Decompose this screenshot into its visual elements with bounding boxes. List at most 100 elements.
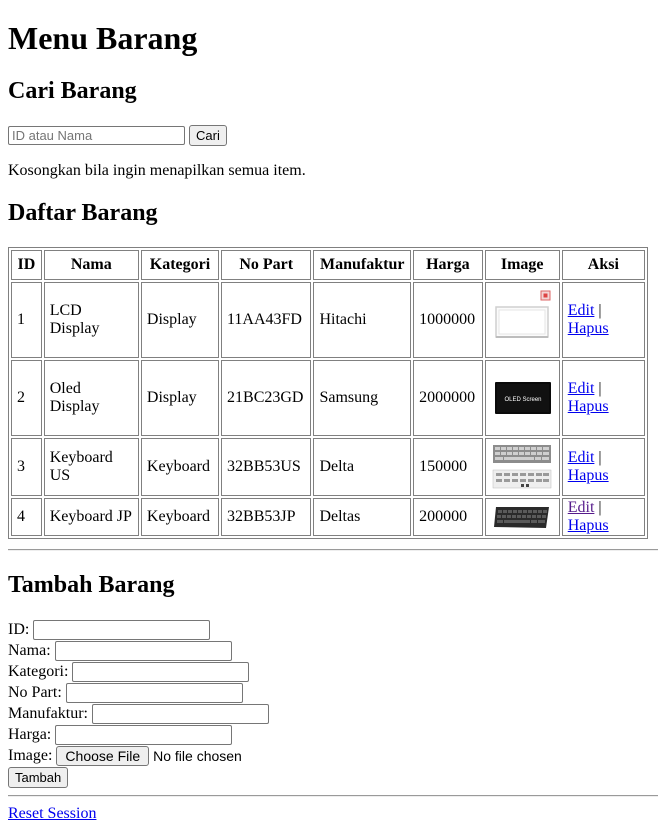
add-item-form: ID: Nama: Kategori: No Part: Manufaktur:… [8,619,269,788]
divider [8,795,658,797]
form-row-harga: Harga: [8,724,269,745]
harga-field[interactable] [55,724,233,745]
form-row-kategori: Kategori: [8,661,269,682]
edit-link[interactable]: Edit [568,449,595,466]
form-row-image: Image: Choose File No file chosen [8,745,269,766]
add-button[interactable]: Tambah [8,766,69,788]
table-row: 4 Keyboard JP Keyboard 32BB53JP Deltas 2… [11,498,645,536]
divider [8,549,658,551]
cell-manufaktur: Delta [313,438,412,496]
edit-link[interactable]: Edit [568,302,595,319]
cell-kategori: Keyboard [140,438,220,496]
action-separator: | [598,499,602,516]
column-header-aksi: Aksi [561,250,645,280]
list-heading: Daftar Barang [8,200,158,226]
image-label: Image: [8,747,53,764]
column-header-id: ID [11,250,42,280]
column-header-kategori: Kategori [140,250,220,280]
cell-harga: 1000000 [413,282,483,358]
cell-manufaktur: Hitachi [313,282,412,358]
cell-image [484,498,560,536]
form-row-id: ID: [8,619,269,640]
add-item-heading: Tambah Barang [8,572,175,598]
delete-link[interactable]: Hapus [568,467,609,484]
reset-session-row: Reset Session [8,804,96,824]
cell-actions: Edit | Hapus [561,282,645,358]
edit-link[interactable]: Edit [568,380,595,397]
edit-link[interactable]: Edit [568,499,595,516]
manufaktur-field[interactable] [91,703,269,724]
action-separator: | [598,380,602,397]
id-field[interactable] [33,619,211,640]
cell-kategori: Keyboard [140,498,220,536]
column-header-nama: Nama [43,250,139,280]
action-separator: | [598,302,602,319]
cell-manufaktur: Deltas [313,498,412,536]
delete-link[interactable]: Hapus [568,517,609,534]
search-form: Cari [8,125,227,146]
cell-image [484,438,560,496]
column-header-image: Image [484,250,560,280]
kategori-label: Kategori: [8,663,69,680]
oled-screen-icon: OLED Screen [495,382,552,414]
oled-screen-caption: OLED Screen [505,397,542,403]
column-header-harga: Harga [413,250,483,280]
cell-actions: Edit | Hapus [561,438,645,496]
nama-field[interactable] [54,640,232,661]
form-row-nama: Nama: [8,640,269,661]
column-header-manufaktur: Manufaktur [313,250,412,280]
reset-session-link[interactable]: Reset Session [8,805,96,822]
cell-actions: Edit | Hapus [561,498,645,536]
no-part-field[interactable] [65,682,243,703]
cell-nama: Oled Display [43,360,139,436]
choose-file-button[interactable]: Choose File [56,745,150,766]
cell-image [484,282,560,358]
cell-no-part: 21BC23GD [221,360,312,436]
cell-id: 3 [11,438,42,496]
keyboard-grey-icon [492,445,552,489]
search-hint: Kosongkan bila ingin menapilkan semua it… [8,162,306,179]
cell-id: 4 [11,498,42,536]
page-title: Menu Barang [8,20,198,56]
kategori-field[interactable] [72,661,250,682]
cell-no-part: 32BB53JP [221,498,312,536]
cell-no-part: 11AA43FD [221,282,312,358]
id-label: ID: [8,621,30,638]
cell-id: 1 [11,282,42,358]
harga-label: Harga: [8,726,52,743]
cell-image: OLED Screen [484,360,560,436]
no-part-label: No Part: [8,684,62,701]
cell-kategori: Display [140,282,220,358]
search-heading: Cari Barang [8,78,137,104]
search-button[interactable]: Cari [189,125,227,146]
form-row-no-part: No Part: [8,682,269,703]
cell-harga: 200000 [413,498,483,536]
delete-link[interactable]: Hapus [568,398,609,415]
search-input[interactable] [8,126,185,145]
table-header-row: ID Nama Kategori No Part Manufaktur Harg… [11,250,645,280]
form-submit-row: Tambah [8,766,269,788]
cell-no-part: 32BB53US [221,438,312,496]
nama-label: Nama: [8,642,51,659]
manufaktur-label: Manufaktur: [8,705,88,722]
action-separator: | [598,449,602,466]
cell-kategori: Display [140,360,220,436]
form-row-manufaktur: Manufaktur: [8,703,269,724]
cell-nama: LCD Display [43,282,139,358]
lcd-panel-icon [495,290,551,338]
column-header-no-part: No Part [221,250,312,280]
table-row: 2 Oled Display Display 21BC23GD Samsung … [11,360,645,436]
keyboard-black-icon [494,507,550,528]
table-row: 3 Keyboard US Keyboard 32BB53US Delta 15… [11,438,645,496]
cell-harga: 2000000 [413,360,483,436]
table-row: 1 LCD Display Display 11AA43FD Hitachi 1… [11,282,645,358]
cell-actions: Edit | Hapus [561,360,645,436]
cell-nama: Keyboard US [43,438,139,496]
cell-manufaktur: Samsung [313,360,412,436]
cell-nama: Keyboard JP [43,498,139,536]
cell-harga: 150000 [413,438,483,496]
file-status: No file chosen [153,747,242,764]
delete-link[interactable]: Hapus [568,320,609,337]
cell-id: 2 [11,360,42,436]
items-table: ID Nama Kategori No Part Manufaktur Harg… [8,247,648,539]
